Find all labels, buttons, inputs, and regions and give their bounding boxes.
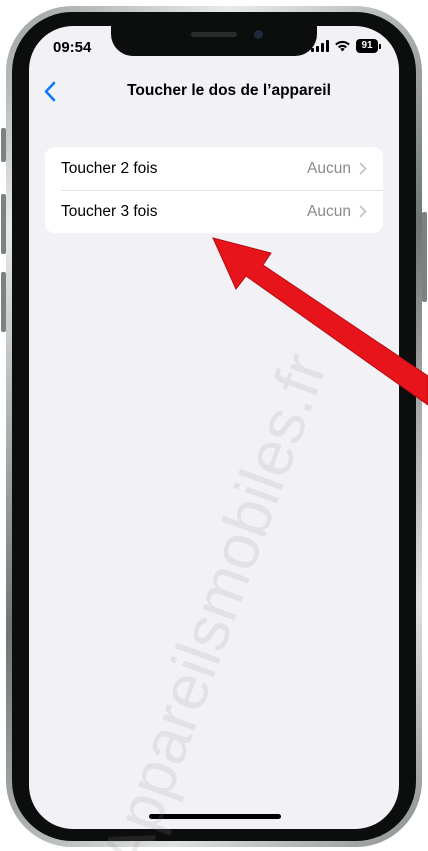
page-title: Toucher le dos de l’appareil (127, 82, 331, 99)
double-tap-row[interactable]: Toucher 2 fois Aucun (45, 147, 383, 190)
back-tap-options-list: Toucher 2 fois Aucun Toucher 3 fois Aucu… (45, 147, 383, 233)
row-label: Toucher 3 fois (61, 202, 158, 220)
cellular-signal-icon (311, 40, 329, 52)
row-value: Aucun (307, 159, 351, 177)
phone-screen: 09:54 91 Toucher le dos de l’appareil To… (29, 26, 399, 829)
notch (111, 26, 317, 56)
triple-tap-row[interactable]: Toucher 3 fois Aucun (45, 190, 383, 233)
wifi-icon (335, 40, 350, 52)
chevron-right-icon (359, 162, 367, 175)
battery-level: 91 (356, 39, 378, 53)
battery-icon: 91 (356, 39, 381, 53)
volume-up-button (1, 194, 6, 254)
row-value: Aucun (307, 202, 351, 220)
home-indicator[interactable] (149, 814, 281, 819)
chevron-right-icon (359, 205, 367, 218)
status-time: 09:54 (53, 39, 92, 56)
volume-down-button (1, 272, 6, 332)
row-label: Toucher 2 fois (61, 159, 158, 177)
back-button[interactable] (37, 78, 61, 104)
chevron-left-icon (44, 81, 55, 101)
power-button (422, 212, 427, 302)
silent-switch (1, 128, 6, 162)
status-icons: 91 (311, 39, 381, 53)
screenshot: 09:54 91 Toucher le dos de l’appareil To… (0, 0, 428, 851)
speaker-grille (191, 32, 237, 37)
front-camera (254, 30, 263, 39)
